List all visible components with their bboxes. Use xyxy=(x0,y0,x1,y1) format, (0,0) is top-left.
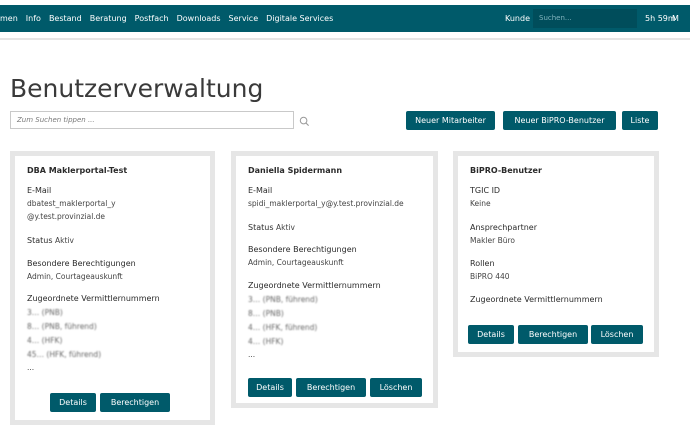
email-value-line1: dbatest_maklerportal_y xyxy=(27,199,116,208)
page-title: Benutzerverwaltung xyxy=(10,74,264,103)
rights-label: Besondere Berechtigungen xyxy=(27,259,136,268)
rights-value: Admin, Courtageauskunft xyxy=(27,272,123,281)
delete-button[interactable]: Löschen xyxy=(370,378,422,397)
roles-value: BiPRO 440 xyxy=(470,272,510,281)
numbers-label: Zugeordnete Vermittlernummern xyxy=(27,294,160,303)
broker-number: 3… (PNB, führend) xyxy=(248,295,318,304)
tgic-label: TGIC ID xyxy=(470,186,501,195)
status-label: Status xyxy=(248,223,274,232)
nav-item-postfach[interactable]: Postfach xyxy=(135,14,169,23)
roles-label: Rollen xyxy=(470,259,495,268)
status-row: Status Aktiv xyxy=(27,236,74,245)
rights-value: Admin, Courtageauskunft xyxy=(248,258,344,267)
berechtigen-button[interactable]: Berechtigen xyxy=(100,393,170,412)
tgic-value: Keine xyxy=(470,199,491,208)
email-value-line2: @y.test.provinzial.de xyxy=(27,212,106,221)
details-button[interactable]: Details xyxy=(50,393,96,412)
email-label: E-Mail xyxy=(248,186,273,195)
list-button[interactable]: Liste xyxy=(622,111,658,130)
nav-item-bestand[interactable]: Bestand xyxy=(49,14,82,23)
partner-label: Ansprechpartner xyxy=(470,223,537,232)
header-divider xyxy=(0,38,690,40)
search-icon[interactable] xyxy=(299,112,310,131)
user-card: Daniella Spidermann E-Mail spidi_maklerp… xyxy=(231,151,438,408)
card-name: BiPRO-Benutzer xyxy=(470,166,542,175)
rights-label: Besondere Berechtigungen xyxy=(248,245,357,254)
main-nav: men Info Bestand Beratung Postfach Downl… xyxy=(0,14,341,23)
bipro-card: BiPRO-Benutzer TGIC ID Keine Ansprechpar… xyxy=(453,151,659,357)
berechtigen-button[interactable]: Berechtigen xyxy=(518,325,588,344)
status-label: Status xyxy=(27,236,53,245)
card-name: DBA Maklerportal-Test xyxy=(27,166,128,175)
berechtigen-button[interactable]: Berechtigen xyxy=(296,378,366,397)
details-button[interactable]: Details xyxy=(468,325,514,344)
card-name: Daniella Spidermann xyxy=(248,166,343,175)
nav-search-input[interactable]: Suchen... xyxy=(533,9,637,28)
broker-number: 3… (PNB) xyxy=(27,308,63,317)
nav-item-service[interactable]: Service xyxy=(229,14,259,23)
broker-number: 4… (HFK) xyxy=(248,337,284,346)
broker-number: 8… (PNB) xyxy=(248,309,284,318)
user-card: DBA Maklerportal-Test E-Mail dbatest_mak… xyxy=(10,151,215,425)
broker-number: 4… (HFK, führend) xyxy=(248,323,318,332)
status-value: Aktiv xyxy=(55,236,74,245)
nav-item-digitale-services[interactable]: Digitale Services xyxy=(266,14,333,23)
new-bipro-user-button[interactable]: Neuer BiPRO-Benutzer xyxy=(503,111,616,130)
nav-item-info[interactable]: Info xyxy=(26,14,41,23)
details-button[interactable]: Details xyxy=(248,378,292,397)
more-numbers: ... xyxy=(248,350,256,359)
nav-item-beratung[interactable]: Beratung xyxy=(90,14,127,23)
partner-value: Makler Büro xyxy=(470,236,515,245)
nav-item-downloads[interactable]: Downloads xyxy=(177,14,221,23)
nav-item-more[interactable]: M xyxy=(672,14,679,23)
numbers-label: Zugeordnete Vermittlernummern xyxy=(470,295,603,304)
more-numbers: ... xyxy=(27,363,35,372)
status-row: Status Aktiv xyxy=(248,223,295,232)
kunde-label[interactable]: Kunde xyxy=(505,14,530,23)
broker-number: 8… (PNB, führend) xyxy=(27,322,97,331)
new-employee-button[interactable]: Neuer Mitarbeiter xyxy=(406,111,495,130)
broker-number: 4… (HFK) xyxy=(27,336,63,345)
top-navbar: men Info Bestand Beratung Postfach Downl… xyxy=(0,5,690,32)
broker-number: 45… (HFK, führend) xyxy=(27,350,102,359)
user-search-input[interactable]: Zum Suchen tippen ... xyxy=(10,111,294,129)
nav-item-men[interactable]: men xyxy=(0,14,18,23)
numbers-label: Zugeordnete Vermittlernummern xyxy=(248,281,381,290)
email-label: E-Mail xyxy=(27,186,52,195)
status-value: Aktiv xyxy=(276,223,295,232)
email-value: spidi_maklerportal_y@y.test.provinzial.d… xyxy=(248,199,404,208)
delete-button[interactable]: Löschen xyxy=(591,325,643,344)
